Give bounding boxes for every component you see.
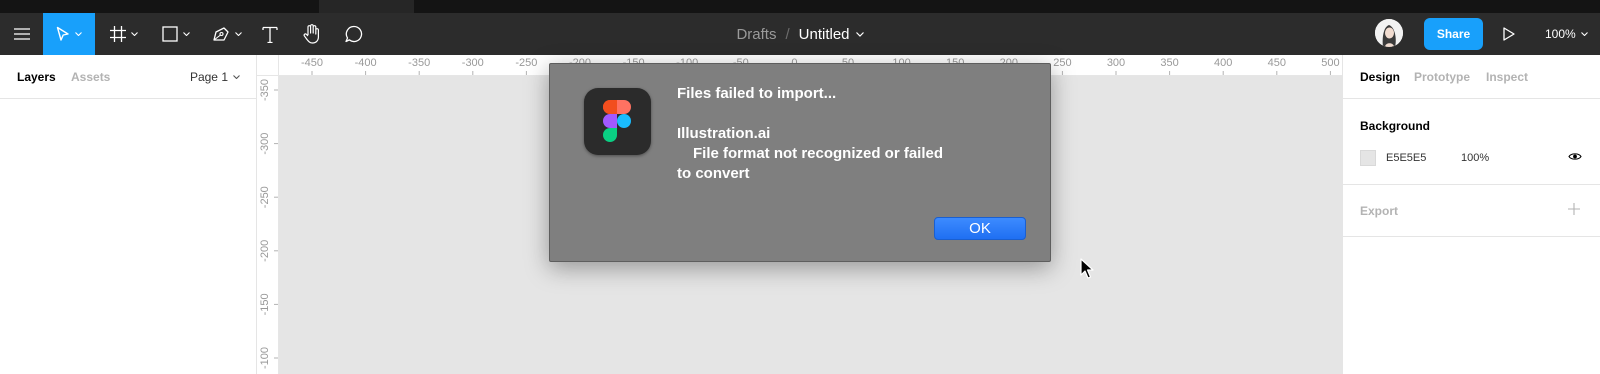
ruler-tick-label: 450: [1268, 57, 1286, 69]
eye-icon[interactable]: [1568, 152, 1582, 161]
background-section: Background E5E5E5 100%: [1343, 99, 1600, 185]
breadcrumb: Drafts / Untitled: [0, 13, 1600, 55]
chevron-down-icon[interactable]: [855, 31, 864, 37]
ruler-tick-label: -350: [408, 57, 430, 69]
ruler-tick-label: 350: [1160, 57, 1178, 69]
page-selector-label: Page 1: [189, 70, 228, 84]
breadcrumb-separator: /: [785, 25, 790, 43]
export-heading: Export: [1360, 204, 1399, 218]
file-title[interactable]: Untitled: [799, 26, 850, 43]
import-error-dialog: Files failed to import... Illustration.a…: [549, 63, 1051, 262]
tab-inspect[interactable]: Inspect: [1486, 70, 1528, 84]
plus-icon[interactable]: [1568, 203, 1580, 215]
ruler-tick-label: -250: [515, 57, 537, 69]
chevron-down-icon: [1580, 32, 1588, 36]
background-hex-input[interactable]: E5E5E5: [1386, 152, 1426, 164]
ruler-tick-label: -400: [355, 57, 377, 69]
active-window-tab[interactable]: [319, 0, 414, 13]
right-panel: Design Prototype Inspect Background E5E5…: [1342, 55, 1600, 374]
ruler-tick-label: -150: [259, 293, 271, 315]
dialog-message: Files failed to import... Illustration.a…: [677, 84, 977, 184]
chevron-down-icon: [233, 75, 240, 79]
ruler-tick-label: -250: [259, 186, 271, 208]
dialog-title: Files failed to import...: [677, 85, 837, 102]
dialog-spacer: [677, 104, 977, 124]
user-avatar-icon: [1375, 19, 1403, 47]
left-panel-tabs: Layers Assets Page 1: [0, 55, 256, 99]
vertical-ruler-ticks: -350 -300 -250 -200 -150 -100: [259, 79, 278, 369]
failed-file-name: Illustration.ai: [677, 125, 771, 142]
ruler-tick-label: -300: [462, 57, 484, 69]
export-section: Export: [1343, 185, 1600, 237]
breadcrumb-drafts-link[interactable]: Drafts: [736, 26, 776, 43]
background-opacity-input[interactable]: 100%: [1461, 152, 1489, 164]
error-message-line2: to convert: [677, 165, 750, 182]
tab-design[interactable]: Design: [1360, 70, 1400, 84]
share-button[interactable]: Share: [1424, 18, 1483, 50]
ruler-tick-label: -450: [301, 57, 323, 69]
ruler-tick-label: -350: [259, 79, 271, 101]
ruler-tick-label: -100: [259, 347, 271, 369]
ok-button[interactable]: OK: [934, 217, 1026, 240]
ruler-tick-label: -300: [259, 133, 271, 155]
window-tab-strip: [0, 0, 1600, 13]
ruler-tick-label: 300: [1107, 57, 1125, 69]
ruler-corner: [257, 55, 279, 76]
figma-logo-icon: [584, 88, 651, 155]
ruler-tick-label: -200: [259, 240, 271, 262]
background-color-swatch[interactable]: [1360, 150, 1376, 166]
vertical-ruler: -350 -300 -250 -200 -150 -100: [257, 76, 279, 374]
top-toolbar: Drafts / Untitled Share 100%: [0, 13, 1600, 55]
zoom-level: 100%: [1545, 27, 1576, 41]
error-message-line1: File format not recognized or failed: [693, 145, 944, 162]
zoom-dropdown[interactable]: 100%: [1545, 13, 1588, 55]
ruler-tick-label: 400: [1214, 57, 1232, 69]
tab-prototype[interactable]: Prototype: [1414, 70, 1470, 84]
ruler-tick-label: 500: [1321, 57, 1339, 69]
mouse-cursor-icon: [1080, 258, 1094, 279]
left-panel: Layers Assets Page 1: [0, 55, 257, 374]
play-icon: [1503, 27, 1515, 41]
avatar[interactable]: [1375, 19, 1403, 47]
tab-assets[interactable]: Assets: [71, 70, 110, 84]
page-selector[interactable]: Page 1: [190, 70, 240, 84]
ruler-tick-label: 250: [1053, 57, 1071, 69]
present-button[interactable]: [1503, 13, 1515, 55]
tab-layers[interactable]: Layers: [17, 70, 56, 84]
background-heading: Background: [1360, 119, 1431, 133]
right-panel-tabs: Design Prototype Inspect: [1343, 55, 1600, 99]
